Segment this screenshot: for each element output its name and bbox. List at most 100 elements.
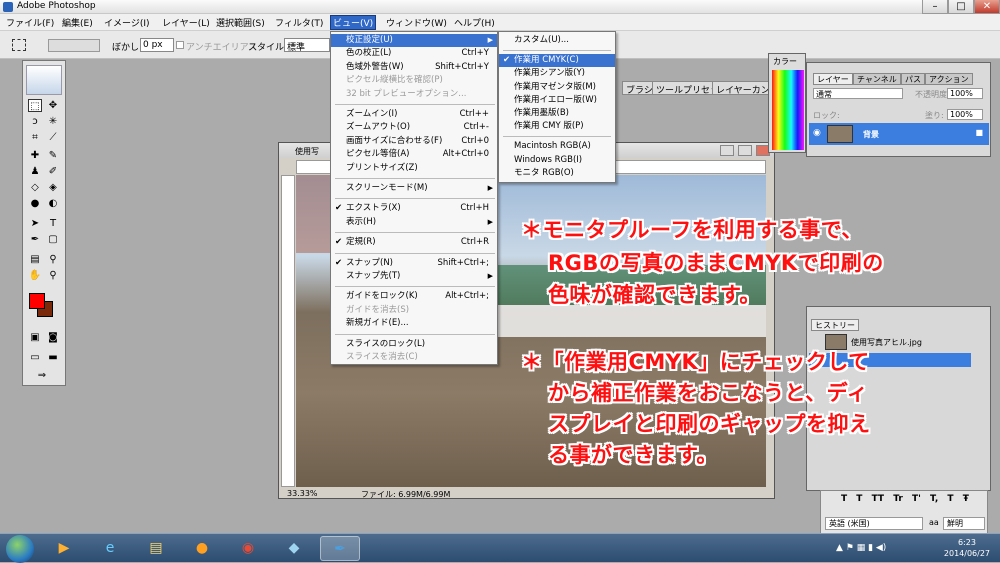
healing-tool-icon[interactable]: ✚ <box>28 149 42 162</box>
view-menu-item[interactable]: ✔ スナップ(N) Shift+Ctrl+; <box>331 257 497 270</box>
view-menu-item[interactable]: スナップ先(T) ▶ <box>331 270 497 283</box>
proof-submenu-item[interactable]: 作業用マゼンタ版(M) <box>499 81 615 94</box>
tab-layers[interactable]: レイヤー <box>813 73 853 85</box>
chrome-icon[interactable]: ◉ <box>228 536 268 561</box>
view-menu-item[interactable]: ズームアウト(O) Ctrl+- <box>331 121 497 134</box>
view-menu-item[interactable]: ✔ エクストラ(X) Ctrl+H <box>331 202 497 215</box>
zoom-tool-icon[interactable]: ⚲ <box>46 269 60 282</box>
view-menu-item[interactable]: 校正設定(U) ▶ <box>331 34 497 47</box>
view-menu-item[interactable]: 色の校正(L) Ctrl+Y <box>331 47 497 60</box>
opacity-input[interactable]: 100% <box>947 88 983 99</box>
crop-tool-icon[interactable]: ⌗ <box>28 131 42 144</box>
view-menu-item[interactable]: ✔ 定規(R) Ctrl+R <box>331 236 497 249</box>
feather-input[interactable]: 0 px <box>140 38 174 52</box>
history-brush-icon[interactable]: ✐ <box>46 165 60 178</box>
menu-filter[interactable]: フィルタ(T) <box>273 16 325 29</box>
language-select[interactable]: 英語 (米国) <box>825 517 923 530</box>
clock[interactable]: 6:23 2014/06/27 <box>944 537 990 559</box>
type-style-buttons[interactable]: T T TT Tr T' T, T Ŧ <box>841 494 969 504</box>
slice-tool-icon[interactable]: ⟋ <box>46 131 60 144</box>
selection-mode-buttons[interactable] <box>48 39 100 52</box>
doc-maximize-button[interactable] <box>738 145 752 156</box>
hand-tool-icon[interactable]: ✋ <box>28 269 42 282</box>
proof-submenu-item[interactable]: モニタ RGB(O) <box>499 167 615 180</box>
lasso-tool-icon[interactable]: ↄ <box>28 115 42 128</box>
quickmask-mode-icon[interactable]: ◙ <box>46 331 60 344</box>
app-orange-icon[interactable]: ● <box>182 536 222 561</box>
tray-icons[interactable]: ▲ ⚑ ▦ ▮ ◀) <box>836 543 886 553</box>
tab-channels[interactable]: チャンネル <box>853 73 901 85</box>
view-menu-item[interactable]: プリントサイズ(Z) <box>331 162 497 175</box>
maximize-button[interactable]: □ <box>948 0 974 14</box>
pen-tool-icon[interactable]: ✒ <box>28 233 42 246</box>
media-player-icon[interactable]: ▶ <box>44 536 84 561</box>
zoom-level[interactable]: 33.33% <box>287 489 318 498</box>
layer-row-background[interactable]: ◉ 背景 ■ <box>809 123 989 145</box>
close-button[interactable]: ✕ <box>974 0 1000 14</box>
antialias-checkbox[interactable] <box>176 41 184 49</box>
menu-view[interactable]: ビュー(V) <box>329 15 377 30</box>
antialias-select[interactable]: 鮮明 <box>943 517 985 530</box>
marquee-tool-icon[interactable]: ⬚ <box>28 99 42 112</box>
view-menu-item[interactable]: スライスのロック(L) <box>331 338 497 351</box>
notes-tool-icon[interactable]: ▤ <box>28 253 42 266</box>
view-menu-item[interactable]: 色域外警告(W) Shift+Ctrl+Y <box>331 61 497 74</box>
proof-submenu-item[interactable]: Windows RGB(I) <box>499 154 615 167</box>
explorer-folder-icon[interactable]: ▤ <box>136 536 176 561</box>
proof-submenu-item[interactable]: ✔ 作業用 CMYK(C) <box>499 54 615 68</box>
view-menu-item[interactable]: スクリーンモード(M) ▶ <box>331 182 497 195</box>
move-tool-icon[interactable]: ✥ <box>46 99 60 112</box>
style-select[interactable]: 標準 <box>284 38 330 53</box>
proof-submenu-item[interactable]: 作業用シアン版(Y) <box>499 67 615 80</box>
fullscreen-mode-icon[interactable]: ▬ <box>46 351 60 364</box>
menu-file[interactable]: ファイル(F) <box>4 16 56 29</box>
menu-edit[interactable]: 編集(E) <box>60 16 95 29</box>
view-menu-item[interactable]: ピクセル等倍(A) Alt+Ctrl+0 <box>331 148 497 161</box>
brush-tool-icon[interactable]: ✎ <box>46 149 60 162</box>
menu-help[interactable]: ヘルプ(H) <box>452 16 497 29</box>
dodge-tool-icon[interactable]: ◐ <box>46 197 60 210</box>
proof-submenu-item[interactable]: カスタム(U)... <box>499 34 615 47</box>
eyedropper-icon[interactable]: ⚲ <box>46 253 60 266</box>
jump-to-imageready-icon[interactable]: ⇒ <box>35 369 49 382</box>
blend-mode-select[interactable]: 通常 <box>813 88 903 99</box>
standard-mode-icon[interactable]: ▣ <box>28 331 42 344</box>
photoshop-task-icon[interactable]: ✒ <box>320 536 360 561</box>
swatch-grid[interactable] <box>772 70 804 150</box>
proof-submenu-item[interactable]: Macintosh RGB(A) <box>499 140 615 153</box>
menu-window[interactable]: ウィンドウ(W) <box>384 16 449 29</box>
type-tool-icon[interactable]: T <box>46 217 60 230</box>
foreground-color-swatch[interactable] <box>29 293 45 309</box>
doc-minimize-button[interactable] <box>720 145 734 156</box>
menu-select[interactable]: 選択範囲(S) <box>214 16 267 29</box>
menu-image[interactable]: イメージ(I) <box>102 16 152 29</box>
bucket-tool-icon[interactable]: ◈ <box>46 181 60 194</box>
proof-submenu-item[interactable]: 作業用 CMY 版(P) <box>499 120 615 133</box>
marquee-preset-icon[interactable] <box>12 39 26 51</box>
tab-color[interactable]: カラー <box>773 56 797 67</box>
view-menu-item[interactable]: ガイドをロック(K) Alt+Ctrl+; <box>331 290 497 303</box>
fill-input[interactable]: 100% <box>947 109 983 120</box>
visibility-eye-icon[interactable]: ◉ <box>813 128 821 138</box>
path-select-icon[interactable]: ➤ <box>28 217 42 230</box>
view-menu-item[interactable]: 画面サイズに合わせる(F) Ctrl+0 <box>331 135 497 148</box>
eraser-tool-icon[interactable]: ◇ <box>28 181 42 194</box>
tab-actions[interactable]: アクション <box>925 73 973 85</box>
shape-tool-icon[interactable]: ▢ <box>46 233 60 246</box>
view-menu-item[interactable]: 新規ガイド(E)... <box>331 317 497 330</box>
tab-paths[interactable]: パス <box>901 73 925 85</box>
start-button[interactable] <box>6 535 34 563</box>
magic-wand-icon[interactable]: ✳ <box>46 115 60 128</box>
proof-submenu-item[interactable]: 作業用墨版(B) <box>499 107 615 120</box>
tab-history[interactable]: ヒストリー <box>811 319 859 331</box>
view-menu-item[interactable]: ズームイン(I) Ctrl++ <box>331 108 497 121</box>
app-box-icon[interactable]: ◆ <box>274 536 314 561</box>
internet-explorer-icon[interactable]: e <box>90 536 130 561</box>
minimize-button[interactable]: – <box>922 0 948 14</box>
blur-tool-icon[interactable]: ● <box>28 197 42 210</box>
proof-submenu-item[interactable]: 作業用イエロー版(W) <box>499 94 615 107</box>
view-menu-item[interactable]: 表示(H) ▶ <box>331 216 497 229</box>
screen-mode-icon[interactable]: ▭ <box>28 351 42 364</box>
stamp-tool-icon[interactable]: ♟ <box>28 165 42 178</box>
menu-layer[interactable]: レイヤー(L) <box>160 16 212 29</box>
